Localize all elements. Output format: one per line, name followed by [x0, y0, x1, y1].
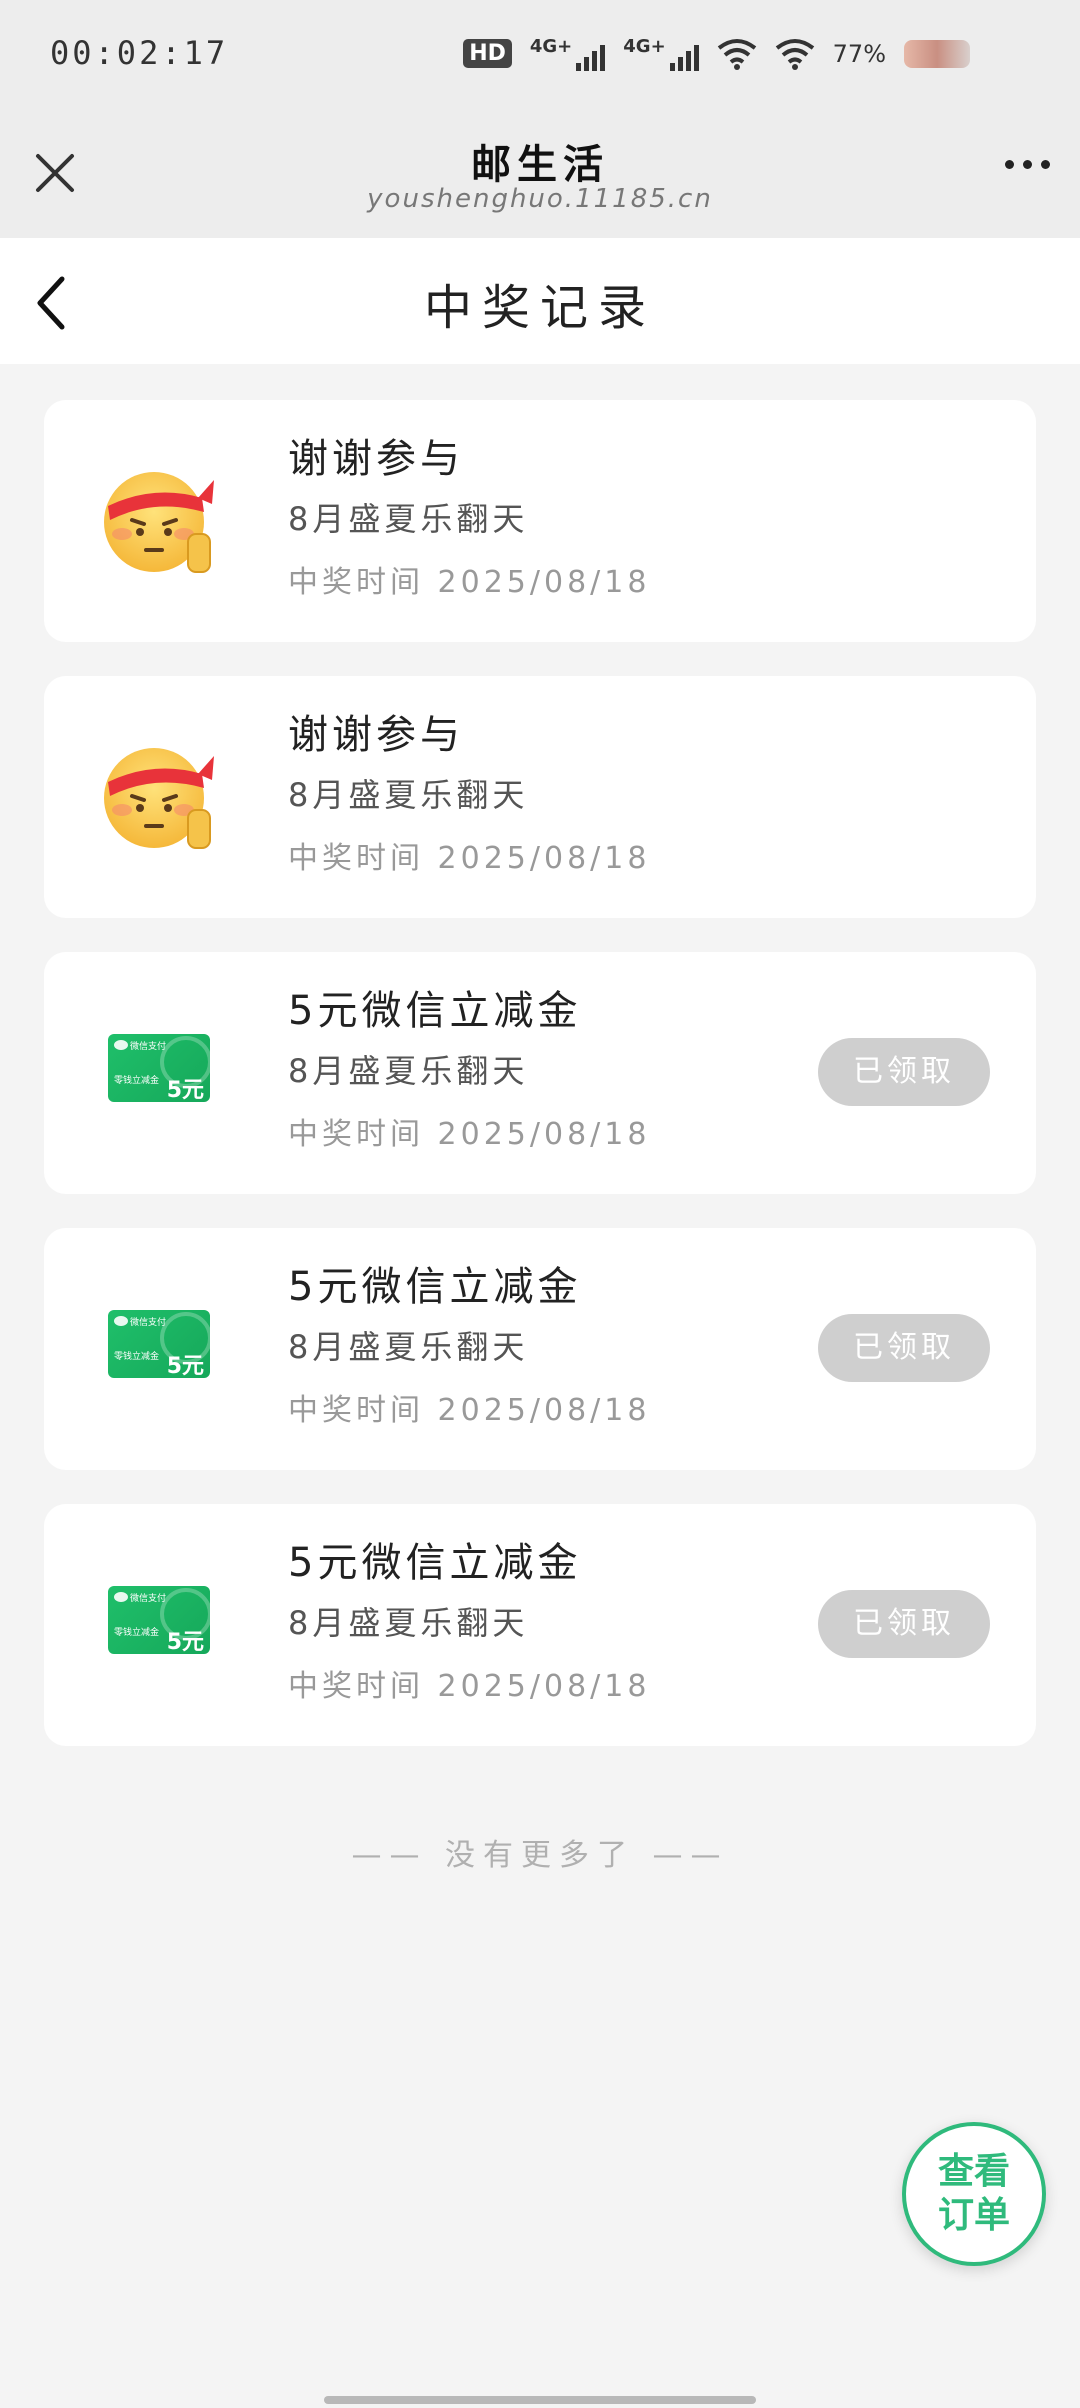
voucher-amount: 5元: [166, 1078, 204, 1102]
app-title: 邮生活: [471, 142, 609, 188]
app-domain: youshenghuo.11185.cn: [367, 184, 713, 214]
fab-line-1: 查看: [937, 2151, 1010, 2192]
more-button[interactable]: [1005, 160, 1050, 169]
hd-badge: HD: [463, 39, 512, 68]
record-card[interactable]: 微信支付 零钱立减金 5元 5元微信立减金 8月盛夏乐翻天 中奖时间 2025/…: [44, 1504, 1036, 1746]
wechat-pay-logo-icon: [114, 1316, 128, 1326]
more-dot-icon: [1023, 160, 1032, 169]
voucher-label: 零钱立减金: [114, 1076, 160, 1086]
record-time: 中奖时间 2025/08/18: [288, 565, 651, 600]
battery-icon: [904, 39, 970, 68]
view-orders-button[interactable]: 查看 订单: [902, 2122, 1046, 2266]
record-campaign: 8月盛夏乐翻天: [288, 1052, 529, 1090]
voucher-brand: 微信支付: [130, 1042, 167, 1052]
records-list: 谢谢参与 8月盛夏乐翻天 中奖时间 2025/08/18 谢谢参与 8月盛夏乐翻…: [44, 400, 1036, 1780]
wifi-2-icon: [775, 38, 815, 70]
record-title: 5元微信立减金: [288, 988, 582, 1034]
signal-1-icon: 4G+: [529, 36, 606, 71]
record-text: 谢谢参与 8月盛夏乐翻天 中奖时间 2025/08/18: [288, 706, 650, 882]
claimed-button[interactable]: 已领取: [818, 1314, 990, 1382]
more-dot-icon: [1041, 160, 1050, 169]
record-card[interactable]: 微信支付 零钱立减金 5元 5元微信立减金 8月盛夏乐翻天 中奖时间 2025/…: [44, 1228, 1036, 1470]
battery-percent: 77%: [832, 39, 886, 68]
record-title: 5元微信立减金: [288, 1540, 582, 1586]
wechat-pay-logo-icon: [114, 1592, 128, 1602]
record-text: 谢谢参与 8月盛夏乐翻天 中奖时间 2025/08/18: [288, 430, 650, 606]
wifi-icon: [717, 38, 757, 70]
no-more-text: —— 没有更多了 ——: [351, 1838, 729, 1873]
claimed-button[interactable]: 已领取: [818, 1590, 990, 1658]
status-time: 00:02:17: [50, 34, 229, 72]
record-card[interactable]: 谢谢参与 8月盛夏乐翻天 中奖时间 2025/08/18: [44, 676, 1036, 918]
fab-line-2: 订单: [937, 2195, 1010, 2236]
page-header: 中奖记录: [0, 238, 1080, 364]
record-campaign: 8月盛夏乐翻天: [288, 500, 529, 538]
emoji-face-icon: [102, 462, 218, 578]
record-card[interactable]: 谢谢参与 8月盛夏乐翻天 中奖时间 2025/08/18: [44, 400, 1036, 642]
record-campaign: 8月盛夏乐翻天: [288, 1604, 529, 1642]
record-time: 中奖时间 2025/08/18: [288, 841, 651, 876]
voucher-label: 零钱立减金: [114, 1628, 160, 1638]
wechat-pay-logo-icon: [114, 1040, 128, 1050]
voucher-amount: 5元: [166, 1630, 204, 1654]
more-dot-icon: [1005, 160, 1014, 169]
wechat-voucher-icon: 微信支付 零钱立减金 5元: [108, 1586, 210, 1654]
voucher-brand: 微信支付: [130, 1594, 167, 1604]
record-time: 中奖时间 2025/08/18: [288, 1117, 651, 1152]
record-time: 中奖时间 2025/08/18: [288, 1669, 651, 1704]
status-bar: 00:02:17 HD 4G+ 4G+ 77%: [0, 0, 1080, 118]
status-icons: HD 4G+ 4G+ 77%: [463, 36, 970, 71]
wechat-voucher-icon: 微信支付 零钱立减金 5元: [108, 1310, 210, 1378]
record-title: 5元微信立减金: [288, 1264, 582, 1310]
emoji-face-icon: [102, 738, 218, 854]
record-time: 中奖时间 2025/08/18: [288, 1393, 651, 1428]
record-campaign: 8月盛夏乐翻天: [288, 776, 529, 814]
page-title: 中奖记录: [423, 280, 656, 336]
wechat-voucher-icon: 微信支付 零钱立减金 5元: [108, 1034, 210, 1102]
record-text: 5元微信立减金 8月盛夏乐翻天 中奖时间 2025/08/18: [288, 1258, 650, 1434]
record-card[interactable]: 微信支付 零钱立减金 5元 5元微信立减金 8月盛夏乐翻天 中奖时间 2025/…: [44, 952, 1036, 1194]
record-campaign: 8月盛夏乐翻天: [288, 1328, 529, 1366]
titlebar: 邮生活 youshenghuo.11185.cn: [0, 118, 1080, 238]
voucher-amount: 5元: [166, 1354, 204, 1378]
home-indicator[interactable]: [324, 2396, 756, 2404]
record-title: 谢谢参与: [288, 712, 464, 758]
record-text: 5元微信立减金 8月盛夏乐翻天 中奖时间 2025/08/18: [288, 1534, 650, 1710]
record-text: 5元微信立减金 8月盛夏乐翻天 中奖时间 2025/08/18: [288, 982, 650, 1158]
voucher-label: 零钱立减金: [114, 1352, 160, 1362]
network-1-label: 4G+: [529, 36, 573, 57]
voucher-brand: 微信支付: [130, 1318, 167, 1328]
claimed-button[interactable]: 已领取: [818, 1038, 990, 1106]
record-title: 谢谢参与: [288, 436, 464, 482]
network-2-label: 4G+: [623, 36, 666, 57]
signal-2-icon: 4G+: [623, 36, 699, 71]
